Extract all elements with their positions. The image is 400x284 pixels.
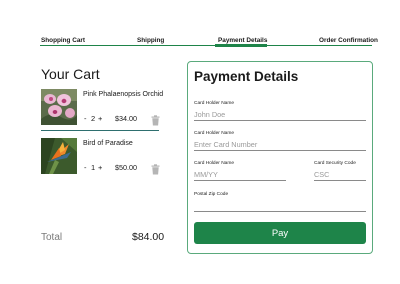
quantity-decrease-button[interactable]: -	[84, 115, 87, 123]
orchid-photo	[41, 89, 77, 125]
payment-details-card: Payment Details Card Holder Name Card Ho…	[187, 61, 373, 254]
bird-of-paradise-photo	[41, 138, 77, 174]
card-number-input[interactable]	[194, 139, 366, 151]
card-holder-name-label: Card Holder Name	[194, 101, 234, 106]
total-value: $84.00	[132, 231, 165, 243]
cart-item: Pink Phalaenopsis Orchid - 2 + $34.00	[41, 89, 164, 126]
quantity-value: 1	[91, 163, 96, 172]
step-order-confirmation[interactable]: Order Confirmation	[319, 37, 378, 45]
quantity-increase-button[interactable]: +	[98, 164, 102, 172]
item-price: $50.00	[115, 163, 137, 172]
card-holder-name-input[interactable]	[194, 109, 366, 121]
step-shopping-cart[interactable]: Shopping Cart	[41, 37, 85, 45]
item-divider	[41, 130, 159, 131]
steps-divider	[40, 45, 372, 46]
csc-input[interactable]	[314, 169, 366, 181]
trash-icon[interactable]	[151, 113, 160, 126]
checkout-page: Shopping Cart Shipping Payment Details O…	[0, 0, 400, 284]
quantity-decrease-button[interactable]: -	[84, 164, 87, 172]
active-step-indicator	[215, 44, 267, 47]
expiry-label: Card Holder Name	[194, 161, 234, 166]
csc-label: Card Security Code	[314, 161, 356, 166]
postal-zip-label: Postal Zip Code	[194, 192, 229, 197]
expiry-input[interactable]	[194, 169, 286, 181]
item-name: Bird of Paradise	[83, 140, 133, 147]
payment-title: Payment Details	[194, 69, 299, 84]
quantity-value: 2	[91, 114, 96, 123]
quantity-increase-button[interactable]: +	[98, 115, 102, 123]
item-name: Pink Phalaenopsis Orchid	[83, 91, 164, 98]
pay-button[interactable]: Pay	[194, 222, 366, 244]
trash-icon[interactable]	[151, 162, 160, 175]
total-label: Total	[41, 232, 63, 243]
step-shipping[interactable]: Shipping	[137, 37, 164, 45]
cart-title: Your Cart	[41, 66, 100, 82]
item-price: $34.00	[115, 114, 137, 123]
postal-zip-input[interactable]	[194, 200, 366, 212]
cart-item: Bird of Paradise - 1 + $50.00	[41, 138, 161, 175]
checkout-steps: Shopping Cart Shipping Payment Details O…	[40, 37, 378, 47]
card-number-label: Card Holder Name	[194, 131, 234, 136]
